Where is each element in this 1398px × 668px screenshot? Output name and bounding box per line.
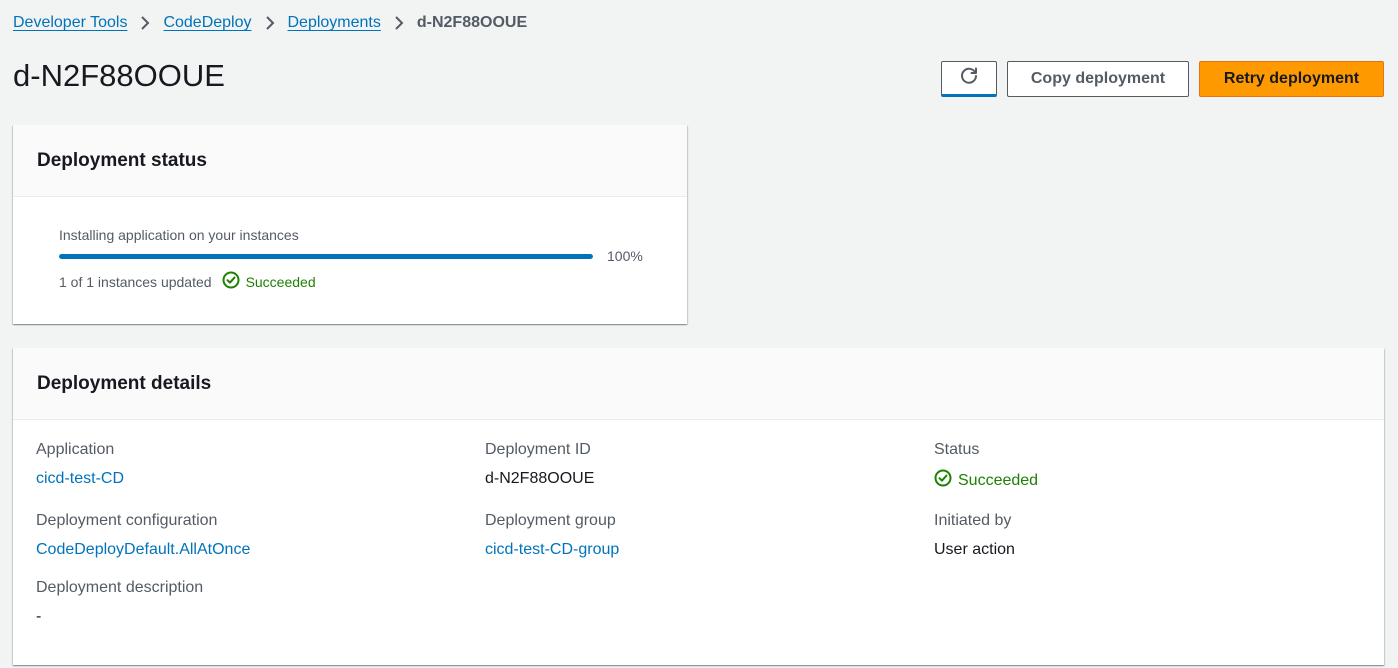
refresh-button[interactable] (941, 61, 997, 97)
status-badge: Succeeded (222, 271, 316, 292)
breadcrumb-codedeploy[interactable]: CodeDeploy (163, 14, 251, 32)
progress-bar-fill (59, 254, 593, 259)
status-value: Succeeded (958, 472, 1039, 489)
field-deployment-configuration: Deployment configuration CodeDeployDefau… (36, 511, 485, 560)
deployment-details-header: Deployment details (13, 348, 1384, 420)
header-actions: Copy deployment Retry deployment (941, 61, 1384, 97)
field-deployment-group: Deployment group cicd-test-CD-group (485, 511, 934, 560)
field-initiated-by: Initiated by User action (934, 511, 1383, 560)
chevron-right-icon (127, 13, 163, 33)
field-label: Status (934, 441, 980, 458)
field-label: Deployment configuration (36, 512, 218, 529)
page: Developer Tools CodeDeploy Deployments d… (0, 0, 1398, 668)
refresh-icon (959, 66, 979, 91)
initiated-by-value: User action (934, 541, 1015, 558)
breadcrumb-deployments[interactable]: Deployments (288, 14, 381, 32)
field-label: Deployment group (485, 512, 616, 529)
field-label: Application (36, 441, 115, 458)
deployment-group-link[interactable]: cicd-test-CD-group (485, 540, 934, 560)
field-application: Application cicd-test-CD (36, 440, 485, 493)
deployment-status-panel: Deployment status Installing application… (13, 125, 687, 324)
breadcrumb-developer-tools[interactable]: Developer Tools (13, 14, 127, 32)
field-label: Deployment ID (485, 441, 591, 458)
deployment-status-header: Deployment status (13, 125, 687, 197)
field-label: Initiated by (934, 512, 1012, 529)
breadcrumb-current: d-N2F88OOUE (416, 14, 528, 31)
application-link[interactable]: cicd-test-CD (36, 469, 485, 489)
success-check-icon (222, 271, 246, 292)
breadcrumb: Developer Tools CodeDeploy Deployments d… (13, 13, 527, 33)
progress-label: Installing application on your instances (59, 227, 299, 243)
instances-updated-text: 1 of 1 instances updated (59, 273, 212, 290)
status-badge: Succeeded (934, 469, 1038, 493)
details-grid: Application cicd-test-CD Deployment ID d… (13, 420, 1384, 627)
progress-percent: 100% (607, 248, 643, 264)
field-status: Status Succeeded (934, 440, 1383, 493)
deployment-details-panel: Deployment details Application cicd-test… (13, 348, 1384, 665)
page-title: d-N2F88OOUE (13, 58, 225, 93)
chevron-right-icon (381, 13, 417, 33)
progress-info: 1 of 1 instances updated Succeeded (59, 271, 316, 292)
copy-deployment-button[interactable]: Copy deployment (1007, 61, 1189, 97)
success-check-icon (934, 469, 958, 493)
field-label: Deployment description (36, 579, 204, 596)
chevron-right-icon (252, 13, 288, 33)
deployment-configuration-link[interactable]: CodeDeployDefault.AllAtOnce (36, 540, 485, 560)
field-deployment-id: Deployment ID d-N2F88OOUE (485, 440, 934, 493)
deployment-id-value: d-N2F88OOUE (485, 470, 595, 487)
status-text: Succeeded (245, 273, 316, 290)
deployment-description-value: - (36, 608, 42, 625)
retry-deployment-button[interactable]: Retry deployment (1199, 61, 1384, 97)
deployment-status-body: Installing application on your instances… (13, 197, 687, 323)
progress-bar (59, 254, 593, 259)
field-deployment-description: Deployment description - (36, 578, 485, 627)
